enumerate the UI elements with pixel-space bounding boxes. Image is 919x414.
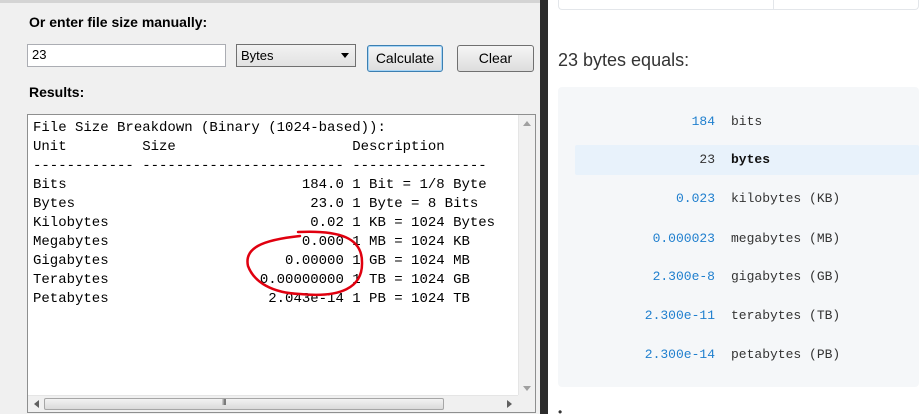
- file-size-input[interactable]: 23: [27, 44, 226, 67]
- input-separator: [773, 0, 774, 10]
- conversion-value: 2.300e-11: [644, 308, 715, 323]
- scroll-down-arrow-icon[interactable]: [523, 386, 531, 391]
- results-line: ------------ ------------------------ --…: [33, 158, 487, 174]
- conversion-row: 0.000023 megabytes (MB): [575, 224, 919, 254]
- scroll-left-arrow-icon[interactable]: [34, 400, 39, 408]
- results-line: Kilobytes 0.02 1 KB = 1024 Bytes: [33, 215, 496, 231]
- conversion-panel: 184 bits 23 bytes 0.023 kilobytes (KB) 0.00002…: [558, 87, 919, 387]
- results-text: File Size Breakdown (Binary (1024-based)…: [33, 119, 515, 397]
- results-line: File Size Breakdown (Binary (1024-based)…: [33, 120, 386, 136]
- window-divider: [540, 0, 548, 414]
- file-size-calculator-window: Or enter file size manually: 23 Bytes Ca…: [0, 0, 540, 414]
- result-heading: 23 bytes equals:: [558, 50, 690, 70]
- unit-select[interactable]: Bytes: [236, 44, 356, 67]
- conversion-row: 2.300e-11 terabytes (TB): [575, 301, 919, 331]
- results-textarea[interactable]: File Size Breakdown (Binary (1024-based)…: [27, 114, 536, 413]
- horizontal-scroll-thumb[interactable]: [44, 398, 444, 410]
- conversion-value: 0.000023: [652, 231, 715, 246]
- conversion-value: 2.300e-8: [652, 269, 715, 284]
- conversion-value: 23: [699, 152, 715, 167]
- top-input-group: [558, 0, 919, 10]
- conversion-unit: gigabytes (GB): [731, 269, 841, 284]
- conversion-unit: petabytes (PB): [731, 347, 841, 362]
- conversion-unit: megabytes (MB): [731, 231, 841, 246]
- web-converter-page: 23 bytes equals: 184 bits 23 bytes 0.023 kilo…: [548, 0, 919, 414]
- conversion-value: 184: [691, 114, 715, 129]
- results-line: Gigabytes 0.00000 1 GB = 1024 MB: [33, 253, 470, 269]
- results-line: Terabytes 0.00000000 1 TB = 1024 GB: [33, 272, 470, 288]
- scroll-up-arrow-icon[interactable]: [523, 121, 531, 126]
- results-line: Bytes 23.0 1 Byte = 8 Bits: [33, 196, 479, 212]
- results-line: Megabytes 0.000 1 MB = 1024 KB: [33, 234, 470, 250]
- results-label: Results:: [29, 84, 85, 100]
- scrollbar-corner: [518, 395, 535, 412]
- results-line: Bits 184.0 1 Bit = 1/8 Byte: [33, 177, 487, 193]
- vertical-scrollbar[interactable]: [518, 115, 535, 397]
- conversion-value: 0.023: [675, 191, 715, 206]
- footer-bullet: •: [558, 405, 563, 414]
- conversion-unit: bits: [731, 114, 763, 129]
- conversion-row: 0.023 kilobytes (KB): [575, 184, 919, 214]
- results-line: Petabytes 2.043e-14 1 PB = 1024 TB: [33, 291, 470, 307]
- unit-select-value: Bytes: [241, 48, 274, 63]
- scroll-right-arrow-icon[interactable]: [507, 400, 512, 408]
- conversion-row: 2.300e-8 gigabytes (GB): [575, 262, 919, 292]
- manual-entry-label: Or enter file size manually:: [29, 14, 208, 30]
- conversion-row: 2.300e-14 petabytes (PB): [575, 340, 919, 370]
- conversion-unit: terabytes (TB): [731, 308, 841, 323]
- conversion-unit: kilobytes (KB): [731, 191, 841, 206]
- conversion-unit: bytes: [731, 152, 771, 167]
- horizontal-scrollbar[interactable]: III: [28, 395, 518, 412]
- chevron-down-icon: [341, 53, 349, 58]
- window-top-edge: [0, 0, 540, 3]
- conversion-value: 2.300e-14: [644, 347, 715, 362]
- calculate-button[interactable]: Calculate: [367, 45, 443, 72]
- results-line: Unit Size Description: [33, 139, 445, 155]
- scroll-thumb-grip: III: [222, 398, 227, 407]
- conversion-row: 184 bits: [575, 107, 919, 137]
- clear-button[interactable]: Clear: [457, 45, 534, 72]
- conversion-row: 23 bytes: [575, 145, 919, 175]
